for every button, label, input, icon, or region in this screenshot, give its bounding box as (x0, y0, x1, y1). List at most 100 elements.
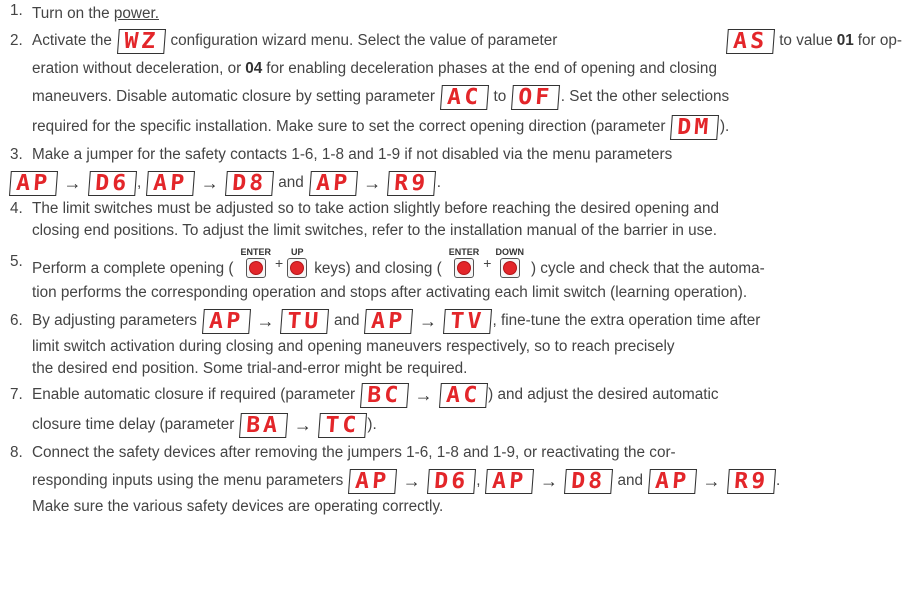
arrow-icon: → (702, 470, 721, 491)
text: the desired end position. Some trial-and… (32, 360, 468, 377)
text-segment: closure time delay (parameter BA → TC). (32, 412, 377, 438)
step-line: maneuvers. Disable automatic closure by … (32, 82, 902, 112)
step-5: 5. Perform a complete opening ( ENTER + … (10, 242, 902, 306)
text-segment: Enable automatic closure if required (pa… (32, 382, 719, 408)
display-code: R9 (387, 170, 436, 196)
text: , fine-tune the extra operation time aft… (492, 312, 761, 329)
button-dot (502, 261, 517, 275)
text-segment: required for the specific installation. … (32, 114, 730, 140)
display-code: AP (364, 308, 414, 334)
key-label: ENTER (240, 247, 272, 257)
display-code: AP (348, 468, 397, 494)
text: , (476, 472, 481, 489)
step-2: 2. Activate the WZ configuration wizard … (10, 26, 902, 142)
plus-sign: + (483, 255, 492, 271)
step-7: 7. Enable automatic closure if required … (10, 380, 902, 440)
step-line: closure time delay (parameter BA → TC). (32, 410, 902, 440)
text: ). (719, 118, 730, 135)
arrow-icon: → (539, 470, 558, 491)
step-line: Perform a complete opening ( ENTER + UP … (32, 242, 902, 280)
text: Make sure the various safety devices are… (32, 498, 444, 515)
text: . Set the other selections (560, 88, 730, 105)
arrow-icon: → (200, 172, 219, 193)
step-line: closing end positions. To adjust the lim… (32, 220, 902, 242)
step-body: Perform a complete opening ( ENTER + UP … (32, 242, 902, 306)
instruction-list: 1. Turn on the power. 2. Activate the WZ… (0, 0, 912, 518)
display-code: AC (438, 382, 488, 408)
text: Enable automatic closure if required (pa… (32, 386, 356, 403)
text: configuration wizard menu. Select the va… (170, 32, 558, 49)
step-line: Activate the WZ configuration wizard men… (32, 26, 902, 56)
display-code: AS (725, 28, 775, 54)
display-code: BA (239, 412, 288, 438)
text: Turn on the (32, 5, 114, 22)
text: and (617, 472, 644, 489)
display-code: AP (8, 170, 58, 196)
display-code: AP (146, 170, 195, 196)
step-8: 8. Connect the safety devices after remo… (10, 440, 902, 518)
enter-button-icon (245, 258, 266, 278)
step-body: By adjusting parameters AP → TU and AP → TV,… (32, 306, 902, 380)
text-segment: By adjusting parameters AP → TU and AP → TV,… (32, 308, 761, 334)
text: Make a jumper for the safety contacts 1-… (32, 146, 673, 163)
step-line: Make sure the various safety devices are… (32, 496, 902, 518)
text-segment: AP → D6, AP → D8 and AP → R9. (8, 170, 441, 196)
key-label: ENTER (448, 247, 480, 257)
text: for op- (857, 32, 902, 49)
plus-sign: + (275, 255, 284, 271)
step-number: 4. (10, 200, 23, 217)
step-number: 1. (10, 2, 23, 19)
text: limit switch activation during closing a… (32, 338, 675, 355)
down-key: DOWN (495, 248, 524, 278)
button-dot (248, 261, 263, 275)
display-code: AC (439, 84, 489, 110)
text: Activate the (32, 32, 112, 49)
step-line: Connect the safety devices after removin… (32, 440, 902, 466)
down-button-icon (499, 258, 520, 278)
text-segment: configuration wizard menu. Select the va… (725, 28, 902, 54)
display-code: WZ (116, 28, 166, 54)
text: Connect the safety devices after removin… (32, 444, 676, 461)
bold-value: 04 (245, 60, 263, 77)
display-code: AP (308, 170, 358, 196)
step-line: limit switch activation during closing a… (32, 336, 902, 358)
text: maneuvers. Disable automatic closure by … (32, 88, 436, 105)
step-body: Make a jumper for the safety contacts 1-… (8, 142, 902, 198)
up-button-icon (287, 258, 308, 278)
text: tion performs the corresponding operatio… (32, 284, 748, 301)
text: closure time delay (parameter (32, 416, 235, 433)
text-segment: Perform a complete opening ( ENTER + UP … (32, 248, 765, 278)
display-code: OF (511, 84, 560, 110)
step-body: Enable automatic closure if required (pa… (32, 380, 902, 440)
bold-value: 01 (836, 32, 854, 49)
arrow-icon: → (363, 172, 382, 193)
text: to (493, 88, 507, 105)
step-line: The limit switches must be adjusted so t… (32, 198, 902, 220)
up-key: UP (287, 248, 308, 278)
step-body: The limit switches must be adjusted so t… (32, 198, 902, 242)
display-code: TV (442, 308, 492, 334)
display-code: BC (360, 382, 409, 408)
step-line: AP → D6, AP → D8 and AP → R9. (8, 168, 902, 198)
arrow-icon: → (402, 470, 421, 491)
step-line: By adjusting parameters AP → TU and AP → TV,… (32, 306, 902, 336)
step-line: tion performs the corresponding operatio… (32, 280, 902, 306)
display-code: D6 (426, 468, 476, 494)
step-6: 6. By adjusting parameters AP → TU and AP →… (10, 306, 902, 380)
step-line: eration without deceleration, or 04 for … (32, 56, 902, 82)
display-code: AP (485, 468, 535, 494)
step-line: Enable automatic closure if required (pa… (32, 380, 902, 410)
step-body: Connect the safety devices after removin… (32, 440, 902, 518)
text: and (333, 312, 360, 329)
step-number: 6. (10, 312, 23, 329)
step-line: responding inputs using the menu paramet… (32, 466, 902, 496)
button-dot (457, 261, 471, 275)
text: ) cycle and check that the automa- (530, 260, 765, 277)
enter-button-icon (454, 258, 474, 278)
arrow-icon: → (63, 172, 82, 193)
display-code: TC (317, 412, 367, 438)
key-label: DOWN (495, 247, 524, 257)
step-line: required for the specific installation. … (32, 112, 902, 142)
text-segment: responding inputs using the menu paramet… (32, 468, 780, 494)
display-code: DM (670, 114, 719, 140)
